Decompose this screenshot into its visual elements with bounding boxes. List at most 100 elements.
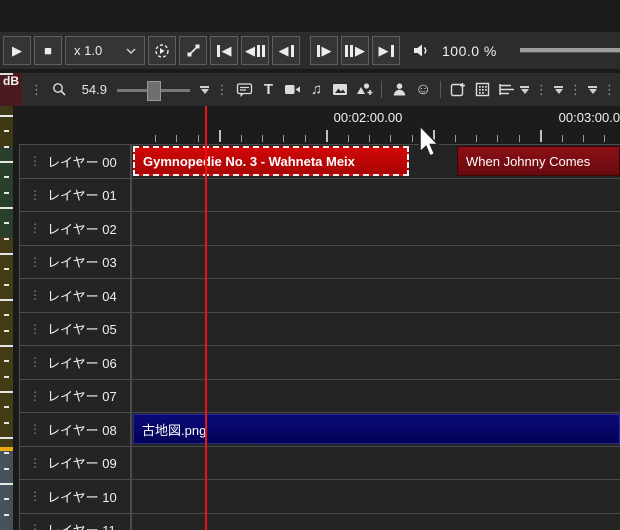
step-back-one-frame-button[interactable]: ◀ (272, 36, 300, 65)
meter-tick (4, 498, 9, 500)
add-filter-pattern-button[interactable] (471, 78, 493, 102)
meter-top-tick (0, 73, 13, 75)
layer-grip-handle[interactable]: ⋮ (20, 289, 47, 301)
layer-grip-handle[interactable]: ⋮ (20, 323, 47, 335)
layer-label: レイヤー 09 (47, 453, 117, 472)
zoom-collapse-chevron[interactable] (200, 86, 209, 94)
layer-grip-handle[interactable]: ⋮ (20, 390, 47, 402)
keyframe-line-icon (186, 43, 201, 58)
play-button[interactable]: ▶ (3, 36, 31, 65)
zoom-slider-thumb[interactable] (147, 81, 161, 101)
add-video-button[interactable] (281, 78, 303, 102)
toolbar-grip-handle[interactable]: ⋮ (211, 83, 232, 96)
meter-tick (0, 345, 13, 347)
layer-header-03[interactable]: ⋮レイヤー 03 (19, 245, 131, 279)
ruler-tick (455, 135, 456, 142)
layer-grip-handle[interactable]: ⋮ (20, 222, 47, 234)
step-forward-one-frame-button[interactable]: ▶ (310, 36, 338, 65)
toolbar-overflow-chevron[interactable] (520, 86, 529, 94)
keyframe-mode-button[interactable] (179, 36, 207, 65)
meter-tick (0, 253, 13, 255)
bar-icon (345, 45, 348, 57)
meter-tick (4, 422, 9, 424)
layer-grip-handle[interactable]: ⋮ (20, 155, 47, 167)
ruler-tick (155, 135, 156, 142)
layer-header-01[interactable]: ⋮レイヤー 01 (19, 178, 131, 212)
layer-header-06[interactable]: ⋮レイヤー 06 (19, 345, 131, 379)
playback-speed-value: x 1.0 (74, 43, 102, 58)
meter-tick (4, 268, 9, 270)
timeline-clip[interactable]: Gymnopedie No. 3 - Wahneta Meix (133, 146, 409, 176)
layer-grip-handle[interactable]: ⋮ (20, 256, 47, 268)
back-frames-icon: ◀ (245, 44, 255, 57)
toolbar-grip-handle[interactable]: ⋮ (599, 83, 620, 96)
toolbar-grip-handle[interactable]: ⋮ (565, 83, 586, 96)
ruler-tick (412, 135, 413, 142)
magnifier-icon (52, 82, 67, 97)
timeline-clip[interactable]: When Johnny Comes (457, 146, 620, 176)
add-comment-button[interactable] (233, 78, 255, 102)
layer-label: レイヤー 11 (47, 520, 116, 530)
ruler-tick (433, 130, 435, 142)
pattern-square-icon (475, 82, 490, 97)
step-back-frames-button[interactable]: ◀ (241, 36, 269, 65)
layer-grip-handle[interactable]: ⋮ (20, 490, 47, 502)
layer-grip-handle[interactable]: ⋮ (20, 523, 47, 530)
loop-playback-button[interactable] (148, 36, 176, 65)
toolbar-grip-handle[interactable]: ⋮ (26, 83, 47, 96)
meter-tick (0, 437, 13, 439)
layer-header-08[interactable]: ⋮レイヤー 08 (19, 412, 131, 446)
music-note-icon: ♫ (311, 81, 322, 98)
add-audio-button[interactable]: ♫ (305, 78, 327, 102)
ruler-tick (176, 135, 177, 142)
time-ruler[interactable]: 00:02:00.0000:03:00.00 (0, 106, 620, 144)
ruler-tick (476, 135, 477, 142)
ruler-tick (369, 135, 370, 142)
meter-tick (0, 207, 13, 209)
ruler-tick (497, 135, 498, 142)
meter-tick (4, 130, 9, 132)
bar-icon (262, 45, 265, 57)
layer-header-02[interactable]: ⋮レイヤー 02 (19, 211, 131, 245)
timeline-zoom-slider[interactable] (117, 80, 190, 100)
layer-grip-handle[interactable]: ⋮ (20, 423, 47, 435)
comment-icon (236, 82, 253, 98)
skip-to-start-button[interactable]: ◀ (210, 36, 238, 65)
toolbar-overflow-chevron[interactable] (554, 86, 563, 94)
ruler-tick (348, 135, 349, 142)
meter-tick (4, 360, 9, 362)
toolbar-overflow-chevron[interactable] (588, 86, 597, 94)
layer-list-button[interactable] (495, 78, 517, 102)
add-shape-object-button[interactable] (353, 78, 375, 102)
zoom-tool-button[interactable] (48, 78, 70, 102)
frame-plus-icon (450, 82, 466, 97)
volume-slider[interactable] (520, 48, 620, 53)
add-frame-effect-button[interactable] (447, 78, 469, 102)
layer-header-04[interactable]: ⋮レイヤー 04 (19, 278, 131, 312)
layer-header-11[interactable]: ⋮レイヤー 11 (19, 513, 131, 530)
skip-to-end-button[interactable]: ▶ (372, 36, 400, 65)
meter-tick (0, 299, 13, 301)
add-face-button[interactable]: ☺ (412, 78, 434, 102)
playhead[interactable] (205, 106, 207, 530)
layer-header-00[interactable]: ⋮レイヤー 00 (19, 144, 131, 178)
step-forward-frames-button[interactable]: ▶ (341, 36, 369, 65)
layer-header-10[interactable]: ⋮レイヤー 10 (19, 479, 131, 513)
layer-grip-handle[interactable]: ⋮ (20, 457, 47, 469)
layer-grip-handle[interactable]: ⋮ (20, 356, 47, 368)
meter-tick (4, 176, 9, 178)
layer-header-07[interactable]: ⋮レイヤー 07 (19, 379, 131, 413)
layer-header-05[interactable]: ⋮レイヤー 05 (19, 312, 131, 346)
layer-header-09[interactable]: ⋮レイヤー 09 (19, 446, 131, 480)
add-character-button[interactable] (388, 78, 410, 102)
video-camera-icon (284, 83, 301, 96)
layer-label: レイヤー 03 (47, 252, 117, 271)
playback-speed-select[interactable]: x 1.0 (65, 36, 145, 65)
stop-button[interactable]: ■ (34, 36, 62, 65)
add-image-button[interactable] (329, 78, 351, 102)
meter-tick (4, 406, 9, 408)
layer-grip-handle[interactable]: ⋮ (20, 189, 47, 201)
toolbar-grip-handle[interactable]: ⋮ (531, 83, 552, 96)
meter-tick (4, 192, 9, 194)
add-text-button[interactable]: T (257, 78, 279, 102)
